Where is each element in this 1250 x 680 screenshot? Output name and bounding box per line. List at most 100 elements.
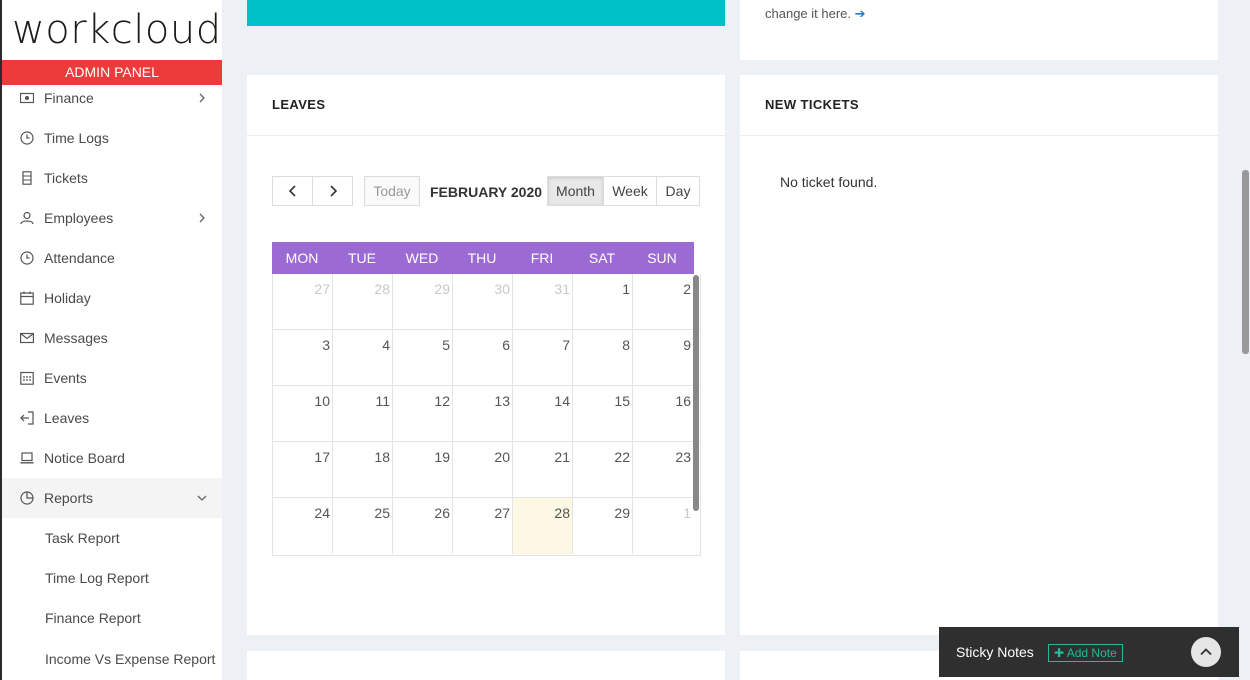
- calendar-day-cell[interactable]: 30: [453, 274, 513, 329]
- calendar-today-button[interactable]: Today: [364, 176, 420, 206]
- calendar-month-title: FEBRUARY 2020: [430, 184, 543, 200]
- calendar-day-cell[interactable]: 15: [573, 386, 633, 441]
- sidebar-item-notice-board[interactable]: Notice Board: [2, 438, 222, 478]
- sidebar-item-leaves[interactable]: Leaves: [2, 398, 222, 438]
- sidebar-subitem-finance-report[interactable]: Finance Report: [2, 598, 222, 638]
- calendar-day-cell[interactable]: 4: [333, 330, 393, 385]
- calendar-day-cell[interactable]: 5: [393, 330, 453, 385]
- calendar-day-cell[interactable]: 29: [573, 498, 633, 554]
- sidebar-item-label: Messages: [44, 330, 108, 346]
- add-note-label: Add Note: [1066, 646, 1117, 660]
- sidebar-item-messages[interactable]: Messages: [2, 318, 222, 358]
- calendar-day-cell[interactable]: 18: [333, 442, 393, 497]
- weekday-label: SUN: [647, 250, 677, 266]
- calendar-week-row: 3 4 5 6 7 8 9: [273, 330, 700, 386]
- sidebar-item-label: Tickets: [44, 170, 88, 186]
- calendar-next-button[interactable]: [312, 176, 353, 206]
- calendar-day-cell[interactable]: 1: [573, 274, 633, 329]
- chevron-right-icon: [329, 185, 337, 197]
- calendar-day-cell[interactable]: 25: [333, 498, 393, 554]
- sticky-notes-toggle-button[interactable]: [1191, 637, 1221, 667]
- calendar-weekday-header: MON TUE WED THU FRI SAT SUN: [272, 242, 694, 274]
- weekday-label: MON: [285, 250, 319, 266]
- sign-out-icon: [20, 411, 34, 425]
- calendar-day-cell[interactable]: 23: [633, 442, 693, 497]
- calendar-day-cell[interactable]: 19: [393, 442, 453, 497]
- sidebar-item-time-logs[interactable]: Time Logs: [2, 118, 222, 158]
- calendar-day-cell[interactable]: 31: [513, 274, 573, 329]
- calendar-grid: 27 28 29 30 31 1 2 3 4 5 6 7 8 9 10 11 1…: [272, 274, 701, 556]
- clock-icon: [20, 131, 34, 145]
- ticket-icon: [20, 171, 34, 185]
- calendar-day-cell[interactable]: 16: [633, 386, 693, 441]
- calendar-day-cell[interactable]: 29: [393, 274, 453, 329]
- calendar-week-row: 10 11 12 13 14 15 16: [273, 386, 700, 442]
- weekday-label: TUE: [348, 250, 376, 266]
- change-it-here-link[interactable]: change it here. ➔: [765, 6, 866, 22]
- sidebar-nav: Finance Time Logs Tickets Employees Atte…: [2, 78, 222, 678]
- calendar-day-cell[interactable]: 7: [513, 330, 573, 385]
- calendar-day-cell[interactable]: 2: [633, 274, 693, 329]
- sidebar-item-label: Reports: [44, 490, 94, 506]
- calendar-day-cell[interactable]: 28: [333, 274, 393, 329]
- chevron-up-icon: [1200, 648, 1212, 656]
- calendar-day-cell[interactable]: 17: [273, 442, 333, 497]
- calendar-view-week-button[interactable]: Week: [603, 176, 657, 206]
- calendar-day-cell[interactable]: 10: [273, 386, 333, 441]
- calendar-day-cell[interactable]: 12: [393, 386, 453, 441]
- sidebar-item-label: Finance: [44, 90, 94, 106]
- calendar-icon: [20, 291, 34, 305]
- no-ticket-message: No ticket found.: [780, 174, 878, 190]
- calendar-day-cell[interactable]: 13: [453, 386, 513, 441]
- weekday-label: FRI: [530, 250, 554, 266]
- change-link-text: change it here.: [765, 6, 852, 21]
- chevron-right-icon: [196, 211, 208, 223]
- sidebar-item-tickets[interactable]: Tickets: [2, 158, 222, 198]
- sidebar-item-employees[interactable]: Employees: [2, 198, 222, 238]
- clock-icon: [20, 251, 34, 265]
- sidebar-item-label: Events: [44, 370, 87, 386]
- calendar-day-cell[interactable]: 11: [333, 386, 393, 441]
- calendar-day-cell[interactable]: 26: [393, 498, 453, 554]
- sidebar-item-label: Time Logs: [44, 130, 109, 146]
- calendar-view-day-button[interactable]: Day: [656, 176, 700, 206]
- sidebar-item-finance[interactable]: Finance: [2, 78, 222, 118]
- overdue-tasks-card: [247, 651, 725, 680]
- sidebar-subitem-time-log-report[interactable]: Time Log Report: [2, 558, 222, 598]
- calendar-day-cell[interactable]: 6: [453, 330, 513, 385]
- calendar-day-cell[interactable]: 9: [633, 330, 693, 385]
- sidebar-subitem-task-report[interactable]: Task Report: [2, 518, 222, 558]
- calendar-day-cell[interactable]: 22: [573, 442, 633, 497]
- calendar-day-cell[interactable]: 3: [273, 330, 333, 385]
- page-scrollbar[interactable]: [1242, 170, 1249, 354]
- calendar-scrollbar[interactable]: [693, 275, 699, 511]
- sticky-notes-panel: Sticky Notes ✚ Add Note: [939, 627, 1239, 677]
- teal-stat-strip: [247, 0, 725, 26]
- sidebar-item-reports[interactable]: Reports: [2, 478, 222, 518]
- sidebar-item-attendance[interactable]: Attendance: [2, 238, 222, 278]
- sidebar-subitem-income-vs-expense-report[interactable]: Income Vs Expense Report: [2, 638, 222, 678]
- calendar-prev-button[interactable]: [272, 176, 313, 206]
- calendar-view-month-button[interactable]: Month: [547, 176, 604, 206]
- calendar-day-cell[interactable]: 20: [453, 442, 513, 497]
- card-divider: [247, 135, 725, 136]
- add-note-button[interactable]: ✚ Add Note: [1048, 644, 1123, 662]
- sidebar-item-label: Holiday: [44, 290, 91, 306]
- sidebar-item-label: Leaves: [44, 410, 90, 426]
- weekday-label: WED: [405, 250, 439, 266]
- calendar-day-cell-today[interactable]: 28: [513, 498, 573, 554]
- sidebar-item-label: Employees: [44, 210, 114, 226]
- calendar-day-cell[interactable]: 24: [273, 498, 333, 554]
- sidebar-item-holiday[interactable]: Holiday: [2, 278, 222, 318]
- calendar-week-row: 17 18 19 20 21 22 23: [273, 442, 700, 498]
- calendar-day-cell[interactable]: 21: [513, 442, 573, 497]
- leaves-title: LEAVES: [272, 97, 326, 112]
- calendar-day-cell[interactable]: 27: [453, 498, 513, 554]
- calendar-day-cell[interactable]: 27: [273, 274, 333, 329]
- calendar-day-cell[interactable]: 8: [573, 330, 633, 385]
- card-divider: [740, 135, 1218, 136]
- calendar-day-cell[interactable]: 14: [513, 386, 573, 441]
- calendar-day-cell[interactable]: 1: [633, 498, 693, 554]
- sidebar-item-events[interactable]: Events: [2, 358, 222, 398]
- app-logo[interactable]: workcloud: [2, 0, 222, 60]
